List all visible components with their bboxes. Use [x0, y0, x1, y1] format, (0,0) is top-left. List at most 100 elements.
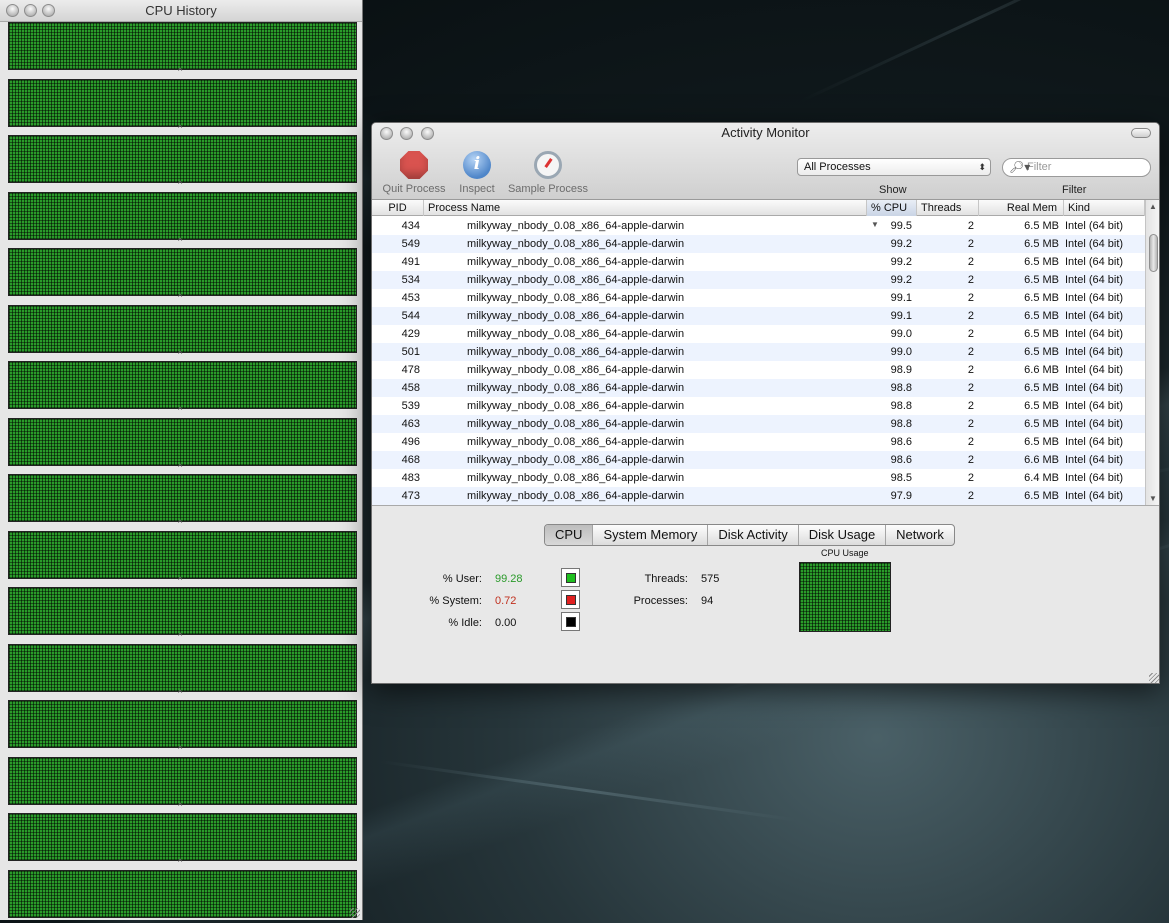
resize-grip[interactable]: [1149, 673, 1159, 683]
cpu-core-history-graph: [8, 700, 357, 748]
graph-divider[interactable]: [8, 236, 357, 249]
graph-divider[interactable]: [8, 66, 357, 79]
tab-system-memory[interactable]: System Memory: [593, 525, 709, 545]
cell-process-name: milkyway_nbody_0.08_x86_64-apple-darwin: [467, 454, 685, 466]
cell-threads: 2: [967, 328, 974, 340]
process-filter-select[interactable]: All Processes ⬍: [797, 158, 991, 176]
user-color-swatch[interactable]: [561, 568, 580, 587]
table-row[interactable]: 539 milkyway_nbody_0.08_x86_64-apple-darw…: [372, 397, 1145, 415]
sample-process-button[interactable]: Sample Process: [506, 151, 590, 195]
toolbar-toggle-button[interactable]: [1131, 128, 1151, 138]
stats-panel: CPU System Memory Disk Activity Disk Usage N…: [372, 505, 1159, 683]
cell-cpu: 99.1: [890, 310, 912, 322]
graph-divider[interactable]: [8, 518, 357, 531]
cpu-history-titlebar[interactable]: CPU History: [0, 0, 362, 22]
table-row[interactable]: 458 milkyway_nbody_0.08_x86_64-apple-darw…: [372, 379, 1145, 397]
toolbar: Activity Monitor Quit Process i Inspect …: [372, 123, 1159, 200]
cell-kind: Intel (64 bit): [1065, 346, 1124, 358]
close-button[interactable]: [6, 4, 19, 17]
cell-threads: 2: [967, 220, 974, 232]
cell-cpu: 99.2: [890, 274, 912, 286]
graph-divider[interactable]: [8, 575, 357, 588]
table-row[interactable]: 534 milkyway_nbody_0.08_x86_64-apple-darw…: [372, 271, 1145, 289]
cell-real-mem: 6.5 MB: [1024, 490, 1059, 502]
table-row[interactable]: 473 milkyway_nbody_0.08_x86_64-apple-darw…: [372, 487, 1145, 505]
cell-process-name: milkyway_nbody_0.08_x86_64-apple-darwin: [467, 292, 685, 304]
cell-process-name: milkyway_nbody_0.08_x86_64-apple-darwin: [467, 274, 685, 286]
cell-process-name: milkyway_nbody_0.08_x86_64-apple-darwin: [467, 310, 685, 322]
minimize-button[interactable]: [24, 4, 37, 17]
scroll-thumb[interactable]: [1149, 234, 1158, 272]
graph-divider[interactable]: [8, 631, 357, 644]
column-header-real-mem[interactable]: Real Mem: [979, 200, 1064, 216]
inspect-button[interactable]: i Inspect: [456, 151, 498, 195]
table-row[interactable]: 463 milkyway_nbody_0.08_x86_64-apple-darw…: [372, 415, 1145, 433]
table-row[interactable]: 434 milkyway_nbody_0.08_x86_64-apple-darw…: [372, 217, 1145, 235]
cell-cpu: 98.8: [890, 418, 912, 430]
table-row[interactable]: 453 milkyway_nbody_0.08_x86_64-apple-darw…: [372, 289, 1145, 307]
cell-pid: 501: [401, 346, 420, 358]
cell-kind: Intel (64 bit): [1065, 328, 1124, 340]
table-row[interactable]: 544 milkyway_nbody_0.08_x86_64-apple-darw…: [372, 307, 1145, 325]
cell-pid: 491: [401, 256, 420, 268]
tab-disk-usage[interactable]: Disk Usage: [799, 525, 887, 545]
info-icon: i: [463, 151, 491, 179]
table-row[interactable]: 468 milkyway_nbody_0.08_x86_64-apple-darw…: [372, 451, 1145, 469]
table-row[interactable]: 429 milkyway_nbody_0.08_x86_64-apple-darw…: [372, 325, 1145, 343]
column-header-cpu[interactable]: % CPU ▼: [867, 200, 917, 229]
search-icon: 🔎︎▾: [1009, 160, 1031, 174]
cpu-usage-graph: [799, 562, 891, 632]
column-header-pid[interactable]: PID: [372, 200, 424, 216]
table-row[interactable]: 483 milkyway_nbody_0.08_x86_64-apple-darw…: [372, 469, 1145, 487]
cell-pid: 453: [401, 292, 420, 304]
cell-real-mem: 6.5 MB: [1024, 220, 1059, 232]
table-row[interactable]: 496 milkyway_nbody_0.08_x86_64-apple-darw…: [372, 433, 1145, 451]
column-header-process-name[interactable]: Process Name: [424, 200, 867, 216]
tab-cpu[interactable]: CPU: [545, 525, 594, 545]
zoom-button[interactable]: [42, 4, 55, 17]
scroll-up-arrow-icon[interactable]: ▲: [1149, 202, 1157, 211]
cell-process-name: milkyway_nbody_0.08_x86_64-apple-darwin: [467, 328, 685, 340]
cell-kind: Intel (64 bit): [1065, 400, 1124, 412]
table-row[interactable]: 501 milkyway_nbody_0.08_x86_64-apple-darw…: [372, 343, 1145, 361]
cell-kind: Intel (64 bit): [1065, 418, 1124, 430]
graph-divider[interactable]: [8, 123, 357, 136]
table-row[interactable]: 491 milkyway_nbody_0.08_x86_64-apple-darw…: [372, 253, 1145, 271]
scroll-down-arrow-icon[interactable]: ▼: [1149, 494, 1157, 503]
filter-search-input[interactable]: 🔎︎▾ Filter: [1002, 158, 1151, 177]
graph-divider[interactable]: [8, 292, 357, 305]
graph-divider[interactable]: [8, 801, 357, 814]
graph-divider[interactable]: [8, 688, 357, 701]
cell-process-name: milkyway_nbody_0.08_x86_64-apple-darwin: [467, 418, 685, 430]
cell-process-name: milkyway_nbody_0.08_x86_64-apple-darwin: [467, 490, 685, 502]
graph-divider[interactable]: [8, 179, 357, 192]
graph-divider[interactable]: [8, 857, 357, 870]
activity-monitor-window: Activity Monitor Quit Process i Inspect …: [371, 122, 1160, 684]
cell-pid: 534: [401, 274, 420, 286]
cell-cpu: 99.2: [890, 256, 912, 268]
cpu-core-history-graph: [8, 813, 357, 861]
idle-color-swatch[interactable]: [561, 612, 580, 631]
resize-grip[interactable]: [350, 908, 360, 918]
table-row[interactable]: 478 milkyway_nbody_0.08_x86_64-apple-darw…: [372, 361, 1145, 379]
show-label: Show: [879, 184, 907, 196]
column-header-kind[interactable]: Kind: [1064, 200, 1145, 216]
graph-divider[interactable]: [8, 744, 357, 757]
cell-kind: Intel (64 bit): [1065, 490, 1124, 502]
cell-kind: Intel (64 bit): [1065, 292, 1124, 304]
stop-sign-icon: [400, 151, 428, 179]
quit-process-button[interactable]: Quit Process: [380, 151, 448, 195]
system-color-swatch[interactable]: [561, 590, 580, 609]
graph-divider[interactable]: [8, 349, 357, 362]
user-color: [566, 573, 576, 583]
cpu-core-history-graph: [8, 869, 357, 918]
tab-disk-activity[interactable]: Disk Activity: [708, 525, 799, 545]
cell-cpu: 98.8: [890, 400, 912, 412]
table-scrollbar[interactable]: ▲ ▼: [1145, 200, 1159, 505]
graph-divider[interactable]: [8, 462, 357, 475]
column-header-threads[interactable]: Threads: [917, 200, 979, 216]
tab-network[interactable]: Network: [886, 525, 954, 545]
graph-divider[interactable]: [8, 405, 357, 418]
cell-real-mem: 6.5 MB: [1024, 292, 1059, 304]
table-row[interactable]: 549 milkyway_nbody_0.08_x86_64-apple-darw…: [372, 235, 1145, 253]
